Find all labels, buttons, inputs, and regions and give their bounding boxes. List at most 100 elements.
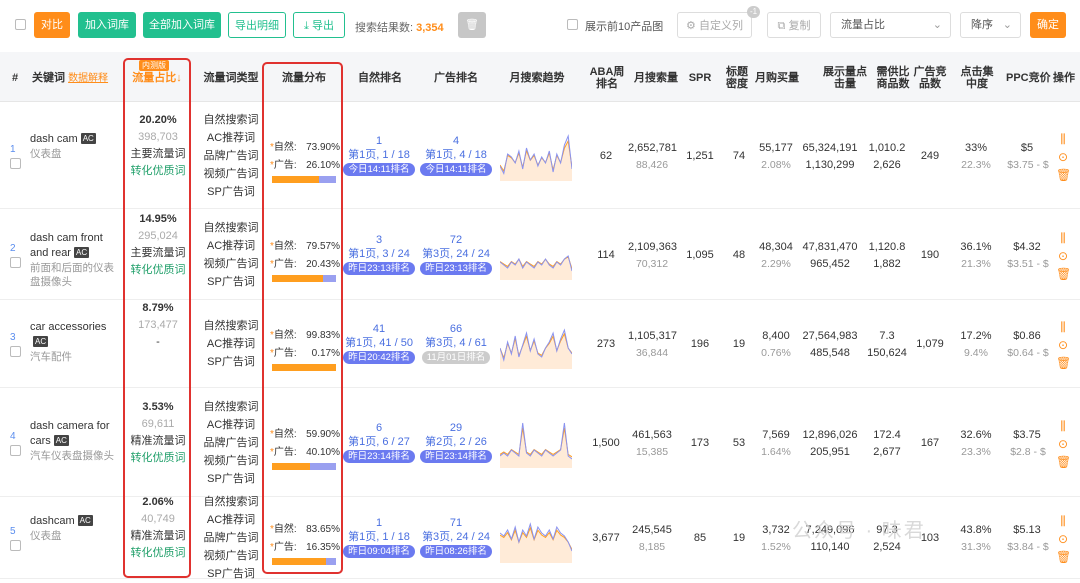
ad-rank-cell[interactable]: 66 第3页, 4 / 61 11月01日排名 bbox=[420, 322, 492, 364]
ad-time: 昨日23:13排名 bbox=[420, 261, 492, 275]
compare-button[interactable]: 对比 bbox=[34, 12, 70, 38]
row-checkbox[interactable] bbox=[10, 444, 21, 456]
trash-icon[interactable]: 🗑 bbox=[1056, 356, 1071, 370]
ac-badge: AC bbox=[53, 434, 69, 446]
more-icon[interactable]: ⊙ bbox=[1056, 249, 1070, 263]
organic-rank-cell[interactable]: 1 第1页, 1 / 18 昨日09:04排名 bbox=[343, 516, 415, 558]
sort-order-select[interactable]: 降序 ⌄ bbox=[960, 12, 1021, 38]
ad-rank-cell[interactable]: 29 第2页, 2 / 26 昨日23:14排名 bbox=[420, 421, 492, 463]
search-trend-chart[interactable] bbox=[499, 418, 573, 468]
ad-competitors: 249 bbox=[920, 149, 940, 162]
trash-icon[interactable]: 🗑 bbox=[1056, 455, 1071, 469]
chart-icon[interactable]: ⫼ bbox=[1056, 320, 1070, 335]
add-to-library-button[interactable]: 加入词库 bbox=[78, 12, 136, 38]
spr-value: 1,095 bbox=[686, 248, 714, 261]
keyword-text[interactable]: dash cam AC bbox=[30, 132, 120, 147]
ad-rank-cell[interactable]: 71 第3页, 24 / 24 昨日08:26排名 bbox=[420, 516, 492, 558]
keyword-translation: 汽车配件 bbox=[30, 351, 72, 363]
ad-time: 今日14:11排名 bbox=[420, 162, 492, 176]
keyword-cell: car accessories AC 汽车配件 bbox=[30, 320, 120, 364]
add-all-to-library-button[interactable]: 全部加入词库 bbox=[143, 12, 221, 38]
sort-field-select[interactable]: 流量占比 ⌄ bbox=[830, 12, 951, 38]
ac-badge: AC bbox=[33, 336, 49, 347]
ac-badge: AC bbox=[80, 132, 96, 144]
chart-icon[interactable]: ⫼ bbox=[1056, 514, 1070, 529]
organic-rank-cell[interactable]: 1 第1页, 1 / 18 今日14:11排名 bbox=[343, 134, 415, 176]
keyword-text[interactable]: dash camera for cars AC bbox=[30, 419, 120, 449]
keyword-label: dashcam bbox=[30, 515, 75, 527]
confirm-button[interactable]: 确定 bbox=[1030, 12, 1066, 38]
col-aba-rank: ABA周排名 bbox=[589, 66, 625, 90]
clicks: 965,452 bbox=[810, 257, 850, 270]
conversion-share: 22.3% bbox=[961, 158, 991, 171]
ad-rank-cell[interactable]: 4 第1页, 4 / 18 今日14:11排名 bbox=[420, 134, 492, 176]
ad-rank-cell[interactable]: 72 第3页, 24 / 24 昨日23:13排名 bbox=[420, 233, 492, 275]
ad-page: 第3页, 24 / 24 bbox=[422, 247, 490, 260]
search-trend-chart[interactable] bbox=[499, 319, 573, 369]
search-trend-chart[interactable] bbox=[499, 230, 573, 280]
click-concentration: 33% bbox=[964, 141, 988, 154]
keyword-text[interactable]: car accessories AC bbox=[30, 320, 120, 350]
show-top10-checkbox[interactable] bbox=[567, 19, 578, 30]
more-icon[interactable]: ⊙ bbox=[1056, 338, 1070, 352]
impressions: 47,831,470 bbox=[802, 240, 858, 253]
product-count: 1,882 bbox=[873, 257, 901, 270]
traffic-type-item: AC推荐词 bbox=[206, 338, 256, 350]
chart-icon[interactable]: ⫼ bbox=[1056, 132, 1070, 147]
more-icon[interactable]: ⊙ bbox=[1056, 437, 1070, 451]
keyword-text[interactable]: dash cam front and rear AC bbox=[30, 231, 120, 261]
export-button[interactable]: ⤓ 导出 bbox=[293, 12, 345, 38]
conversion-share: 9.4% bbox=[964, 347, 988, 359]
row-checkbox[interactable] bbox=[10, 157, 21, 169]
organic-rank-cell[interactable]: 41 第1页, 41 / 50 昨日20:42排名 bbox=[343, 322, 415, 364]
organic-page: 第1页, 1 / 18 bbox=[348, 148, 410, 161]
trend-svg bbox=[499, 522, 573, 563]
keyword-text[interactable]: dashcam AC bbox=[30, 514, 120, 529]
trash-icon[interactable]: 🗑 bbox=[1056, 168, 1071, 182]
ad-time: 昨日23:14排名 bbox=[420, 449, 492, 463]
ad-competitors: 1,079 bbox=[916, 338, 944, 350]
aba-rank: 3,677 bbox=[592, 532, 620, 544]
select-all-checkbox[interactable] bbox=[15, 19, 26, 30]
chart-icon[interactable]: ⫼ bbox=[1056, 419, 1070, 434]
organic-rank: 1 bbox=[375, 517, 383, 529]
row-checkbox[interactable] bbox=[10, 540, 21, 551]
more-icon[interactable]: ⊙ bbox=[1056, 150, 1070, 164]
organic-rank: 41 bbox=[372, 323, 386, 335]
click-concentration: 17.2% bbox=[960, 330, 992, 342]
organic-page: 第1页, 41 / 50 bbox=[345, 337, 413, 349]
export-detail-button[interactable]: 导出明细 bbox=[228, 12, 286, 38]
ppc-bid: $3.75 bbox=[1013, 428, 1041, 441]
custom-columns-button[interactable]: ⚙ 自定义列 bbox=[677, 12, 752, 38]
row-checkbox[interactable] bbox=[10, 256, 21, 268]
trash-icon[interactable]: 🗑 bbox=[1056, 550, 1071, 564]
organic-rank-cell[interactable]: 3 第1页, 3 / 24 昨日23:13排名 bbox=[343, 233, 415, 275]
organic-page: 第1页, 6 / 27 bbox=[348, 435, 410, 448]
chart-icon[interactable]: ⫼ bbox=[1056, 231, 1070, 246]
trash-icon[interactable]: 🗑 bbox=[1056, 267, 1071, 281]
ad-rank: 29 bbox=[449, 421, 463, 434]
traffic-type-item: SP广告词 bbox=[207, 356, 255, 368]
search-trend-chart[interactable] bbox=[499, 131, 573, 181]
more-icon[interactable]: ⊙ bbox=[1056, 532, 1070, 546]
trend-svg bbox=[499, 254, 573, 280]
col-ad-rank: 广告排名 bbox=[434, 72, 478, 84]
traffic-type-item: 视频广告词 bbox=[203, 550, 259, 562]
conversion-share: 31.3% bbox=[961, 541, 991, 553]
search-trend-chart[interactable] bbox=[499, 513, 573, 563]
delete-button[interactable]: 🗑 bbox=[458, 12, 486, 38]
row-checkbox[interactable] bbox=[10, 346, 21, 357]
col-organic-rank: 自然排名 bbox=[358, 72, 402, 84]
organic-rank-cell[interactable]: 6 第1页, 6 / 27 昨日23:14排名 bbox=[343, 421, 415, 463]
spr-value: 85 bbox=[693, 532, 707, 544]
ppc-bid: $0.86 bbox=[1013, 330, 1041, 342]
keyword-explain-link[interactable]: 数据解释 bbox=[68, 73, 108, 84]
ppc-range: $0.64 - $ bbox=[1007, 347, 1049, 359]
watermark: 公众号 · 味君 bbox=[792, 520, 926, 542]
copy-button[interactable]: ⧉ 复制 bbox=[767, 12, 821, 38]
row-index: 2 bbox=[10, 242, 16, 254]
col-search-trend: 月搜索趋势 bbox=[509, 72, 565, 84]
copy-label: 复制 bbox=[788, 20, 811, 32]
title-density: 19 bbox=[732, 338, 746, 350]
traffic-type-item: 视频广告词 bbox=[203, 454, 259, 467]
